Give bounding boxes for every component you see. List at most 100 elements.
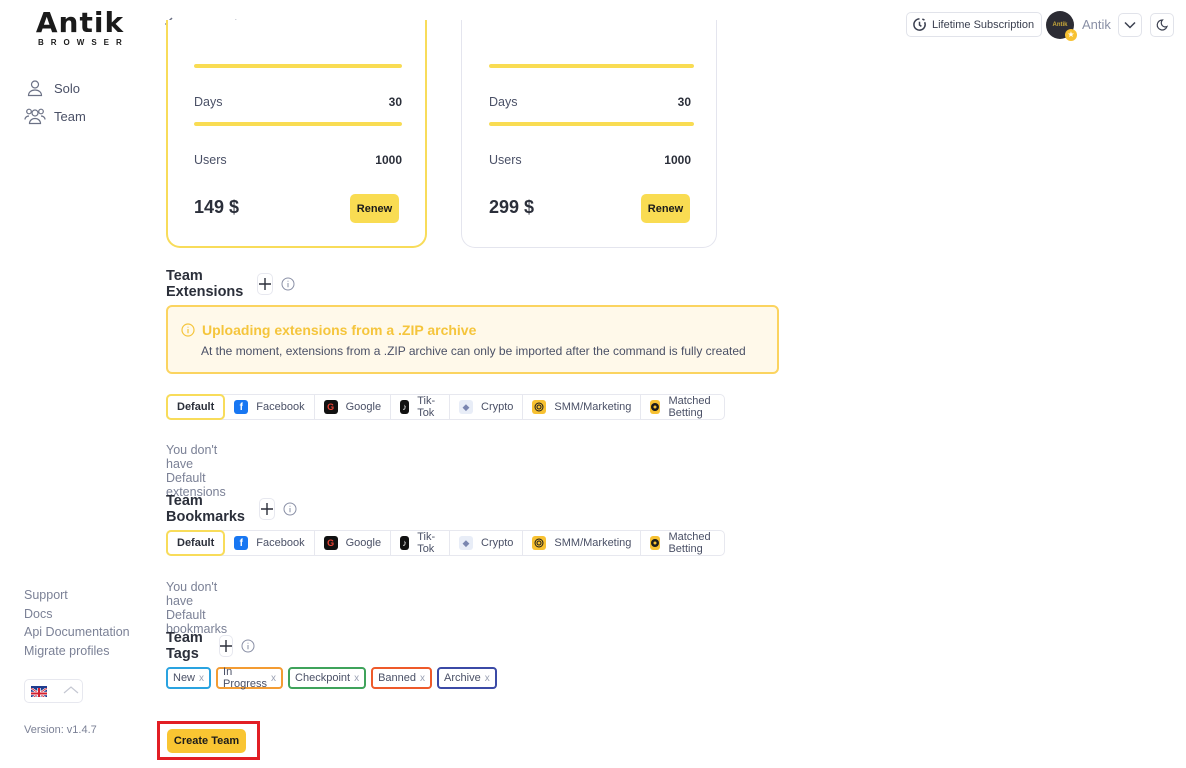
alert-title: Uploading extensions from a .ZIP archive xyxy=(181,322,476,338)
sidebar-item-solo[interactable]: Solo xyxy=(24,74,86,102)
tab-google[interactable]: G Google xyxy=(315,395,392,419)
create-team-button[interactable]: Create Team xyxy=(167,729,246,753)
section-title: Team Tags xyxy=(166,630,203,662)
support-link[interactable]: Support xyxy=(24,586,130,605)
renew-button[interactable]: Renew xyxy=(350,194,399,223)
sidebar-item-team[interactable]: Team xyxy=(24,102,86,130)
days-bar-fill xyxy=(194,122,402,126)
plan-card[interactable]: Days 30 Users 1000 299 $ Renew xyxy=(461,20,717,248)
days-label: Days xyxy=(194,95,223,109)
plan-card[interactable]: Days 30 Users 1000 149 $ Renew xyxy=(166,20,427,248)
tag-list: New x In Progress x Checkpoint x Banned x Archiv… xyxy=(166,666,502,690)
info-icon xyxy=(181,323,195,337)
tab-label: SMM/Marketing xyxy=(554,401,632,413)
tab-label: Facebook xyxy=(256,401,305,413)
users-icon xyxy=(24,106,46,126)
avatar[interactable]: Antik ★ xyxy=(1046,11,1077,41)
days-value: 30 xyxy=(677,95,691,109)
tab-smm-marketing[interactable]: SMM/Marketing xyxy=(523,531,642,555)
remove-tag-icon[interactable]: x xyxy=(485,673,490,684)
user-name[interactable]: Antik xyxy=(1082,17,1111,32)
lifetime-subscription-button[interactable]: Lifetime Subscription xyxy=(906,12,1043,37)
tab-label: Matched Betting xyxy=(668,531,711,555)
tab-tik-tok[interactable]: ♪ Tik-Tok xyxy=(391,531,450,555)
chevron-down-icon xyxy=(1124,21,1136,29)
extensions-category-tabs: Default f Facebook G Google ♪ Tik-Tok ◆ Crypto SM… xyxy=(166,394,725,420)
sidebar-item-label: Solo xyxy=(54,80,81,96)
docs-link[interactable]: Docs xyxy=(24,605,130,624)
antik-logo[interactable]: Antik BROWSER xyxy=(32,8,128,48)
add-bookmark-button[interactable] xyxy=(258,498,275,520)
avatar-text: Antik xyxy=(1052,22,1068,28)
tab-facebook[interactable]: f Facebook xyxy=(225,395,315,419)
tab-label: Crypto xyxy=(481,537,514,549)
api-documentation-link[interactable]: Api Documentation xyxy=(24,623,130,642)
remove-tag-icon[interactable]: x xyxy=(271,673,276,684)
tab-label: Facebook xyxy=(256,537,305,549)
language-selector[interactable] xyxy=(24,679,83,703)
users-label: Users xyxy=(194,153,227,167)
tab-crypto[interactable]: ◆ Crypto xyxy=(450,531,524,555)
tab-label: Default xyxy=(177,537,215,549)
remove-tag-icon[interactable]: x xyxy=(199,673,204,684)
user-menu-button[interactable] xyxy=(1118,13,1142,37)
tag-label: Banned xyxy=(378,672,417,684)
tag-chip[interactable]: Archive x xyxy=(437,667,497,689)
tag-chip[interactable]: Checkpoint x xyxy=(288,667,367,689)
create-team-highlight: Create Team xyxy=(157,721,260,760)
team-tags-header: Team Tags xyxy=(166,630,255,662)
tab-default[interactable]: Default xyxy=(166,394,226,420)
tag-label: In Progress xyxy=(223,666,268,690)
remove-tag-icon[interactable]: x xyxy=(354,673,359,684)
tab-default[interactable]: Default xyxy=(166,530,226,556)
tab-label: Google xyxy=(345,537,382,549)
plan-top-bar xyxy=(194,64,402,68)
tiktok-icon: ♪ xyxy=(400,400,410,414)
renew-button[interactable]: Renew xyxy=(641,194,690,223)
chevron-up-icon xyxy=(63,682,79,700)
zip-upload-alert: Uploading extensions from a .ZIP archive… xyxy=(166,305,779,374)
tag-chip[interactable]: Banned x xyxy=(371,667,433,689)
info-icon[interactable] xyxy=(241,639,255,653)
plan-top-bar-fill xyxy=(194,64,402,68)
plan-price: 299 $ xyxy=(489,197,535,217)
add-tag-button[interactable] xyxy=(218,635,233,657)
tab-smm-marketing[interactable]: SMM/Marketing xyxy=(523,395,642,419)
tab-matched-betting[interactable]: Matched Betting xyxy=(641,531,723,555)
info-icon[interactable] xyxy=(283,502,297,516)
tag-label: Archive xyxy=(444,672,481,684)
days-label: Days xyxy=(489,95,518,109)
sidebar: Antik BROWSER Solo Team Support Docs Api… xyxy=(0,0,150,768)
tab-label: Default xyxy=(177,401,215,413)
tag-chip[interactable]: New x xyxy=(166,667,212,689)
remove-tag-icon[interactable]: x xyxy=(420,673,425,684)
tab-google[interactable]: G Google xyxy=(315,531,392,555)
tag-chip[interactable]: In Progress x xyxy=(216,666,284,690)
sidebar-nav: Solo Team xyxy=(24,74,86,130)
tab-tik-tok[interactable]: ♪ Tik-Tok xyxy=(391,395,450,419)
tab-label: Google xyxy=(345,401,382,413)
tab-matched-betting[interactable]: Matched Betting xyxy=(641,395,723,419)
add-extension-button[interactable] xyxy=(257,273,274,295)
info-icon[interactable] xyxy=(281,277,295,291)
migrate-profiles-link[interactable]: Migrate profiles xyxy=(24,642,130,661)
plus-icon xyxy=(219,640,232,652)
ball-icon xyxy=(650,536,661,550)
tab-facebook[interactable]: f Facebook xyxy=(225,531,315,555)
logo-wordmark: Antik xyxy=(35,6,125,39)
tag-label: Checkpoint xyxy=(295,672,351,684)
plus-icon xyxy=(259,278,272,290)
tab-crypto[interactable]: ◆ Crypto xyxy=(450,395,524,419)
logo-subtitle: BROWSER xyxy=(38,38,129,47)
google-icon: G xyxy=(323,536,338,550)
days-row: Days 30 xyxy=(489,95,691,109)
plan-top-bar xyxy=(489,64,694,68)
tab-label: Matched Betting xyxy=(668,395,711,419)
moon-icon xyxy=(1156,19,1168,31)
sidebar-links: Support Docs Api Documentation Migrate p… xyxy=(24,586,130,660)
users-row: Users 1000 xyxy=(489,153,691,167)
theme-toggle-button[interactable] xyxy=(1150,13,1174,37)
tab-label: Crypto xyxy=(481,401,514,413)
ball-icon xyxy=(650,400,661,414)
clock-icon xyxy=(913,18,926,31)
